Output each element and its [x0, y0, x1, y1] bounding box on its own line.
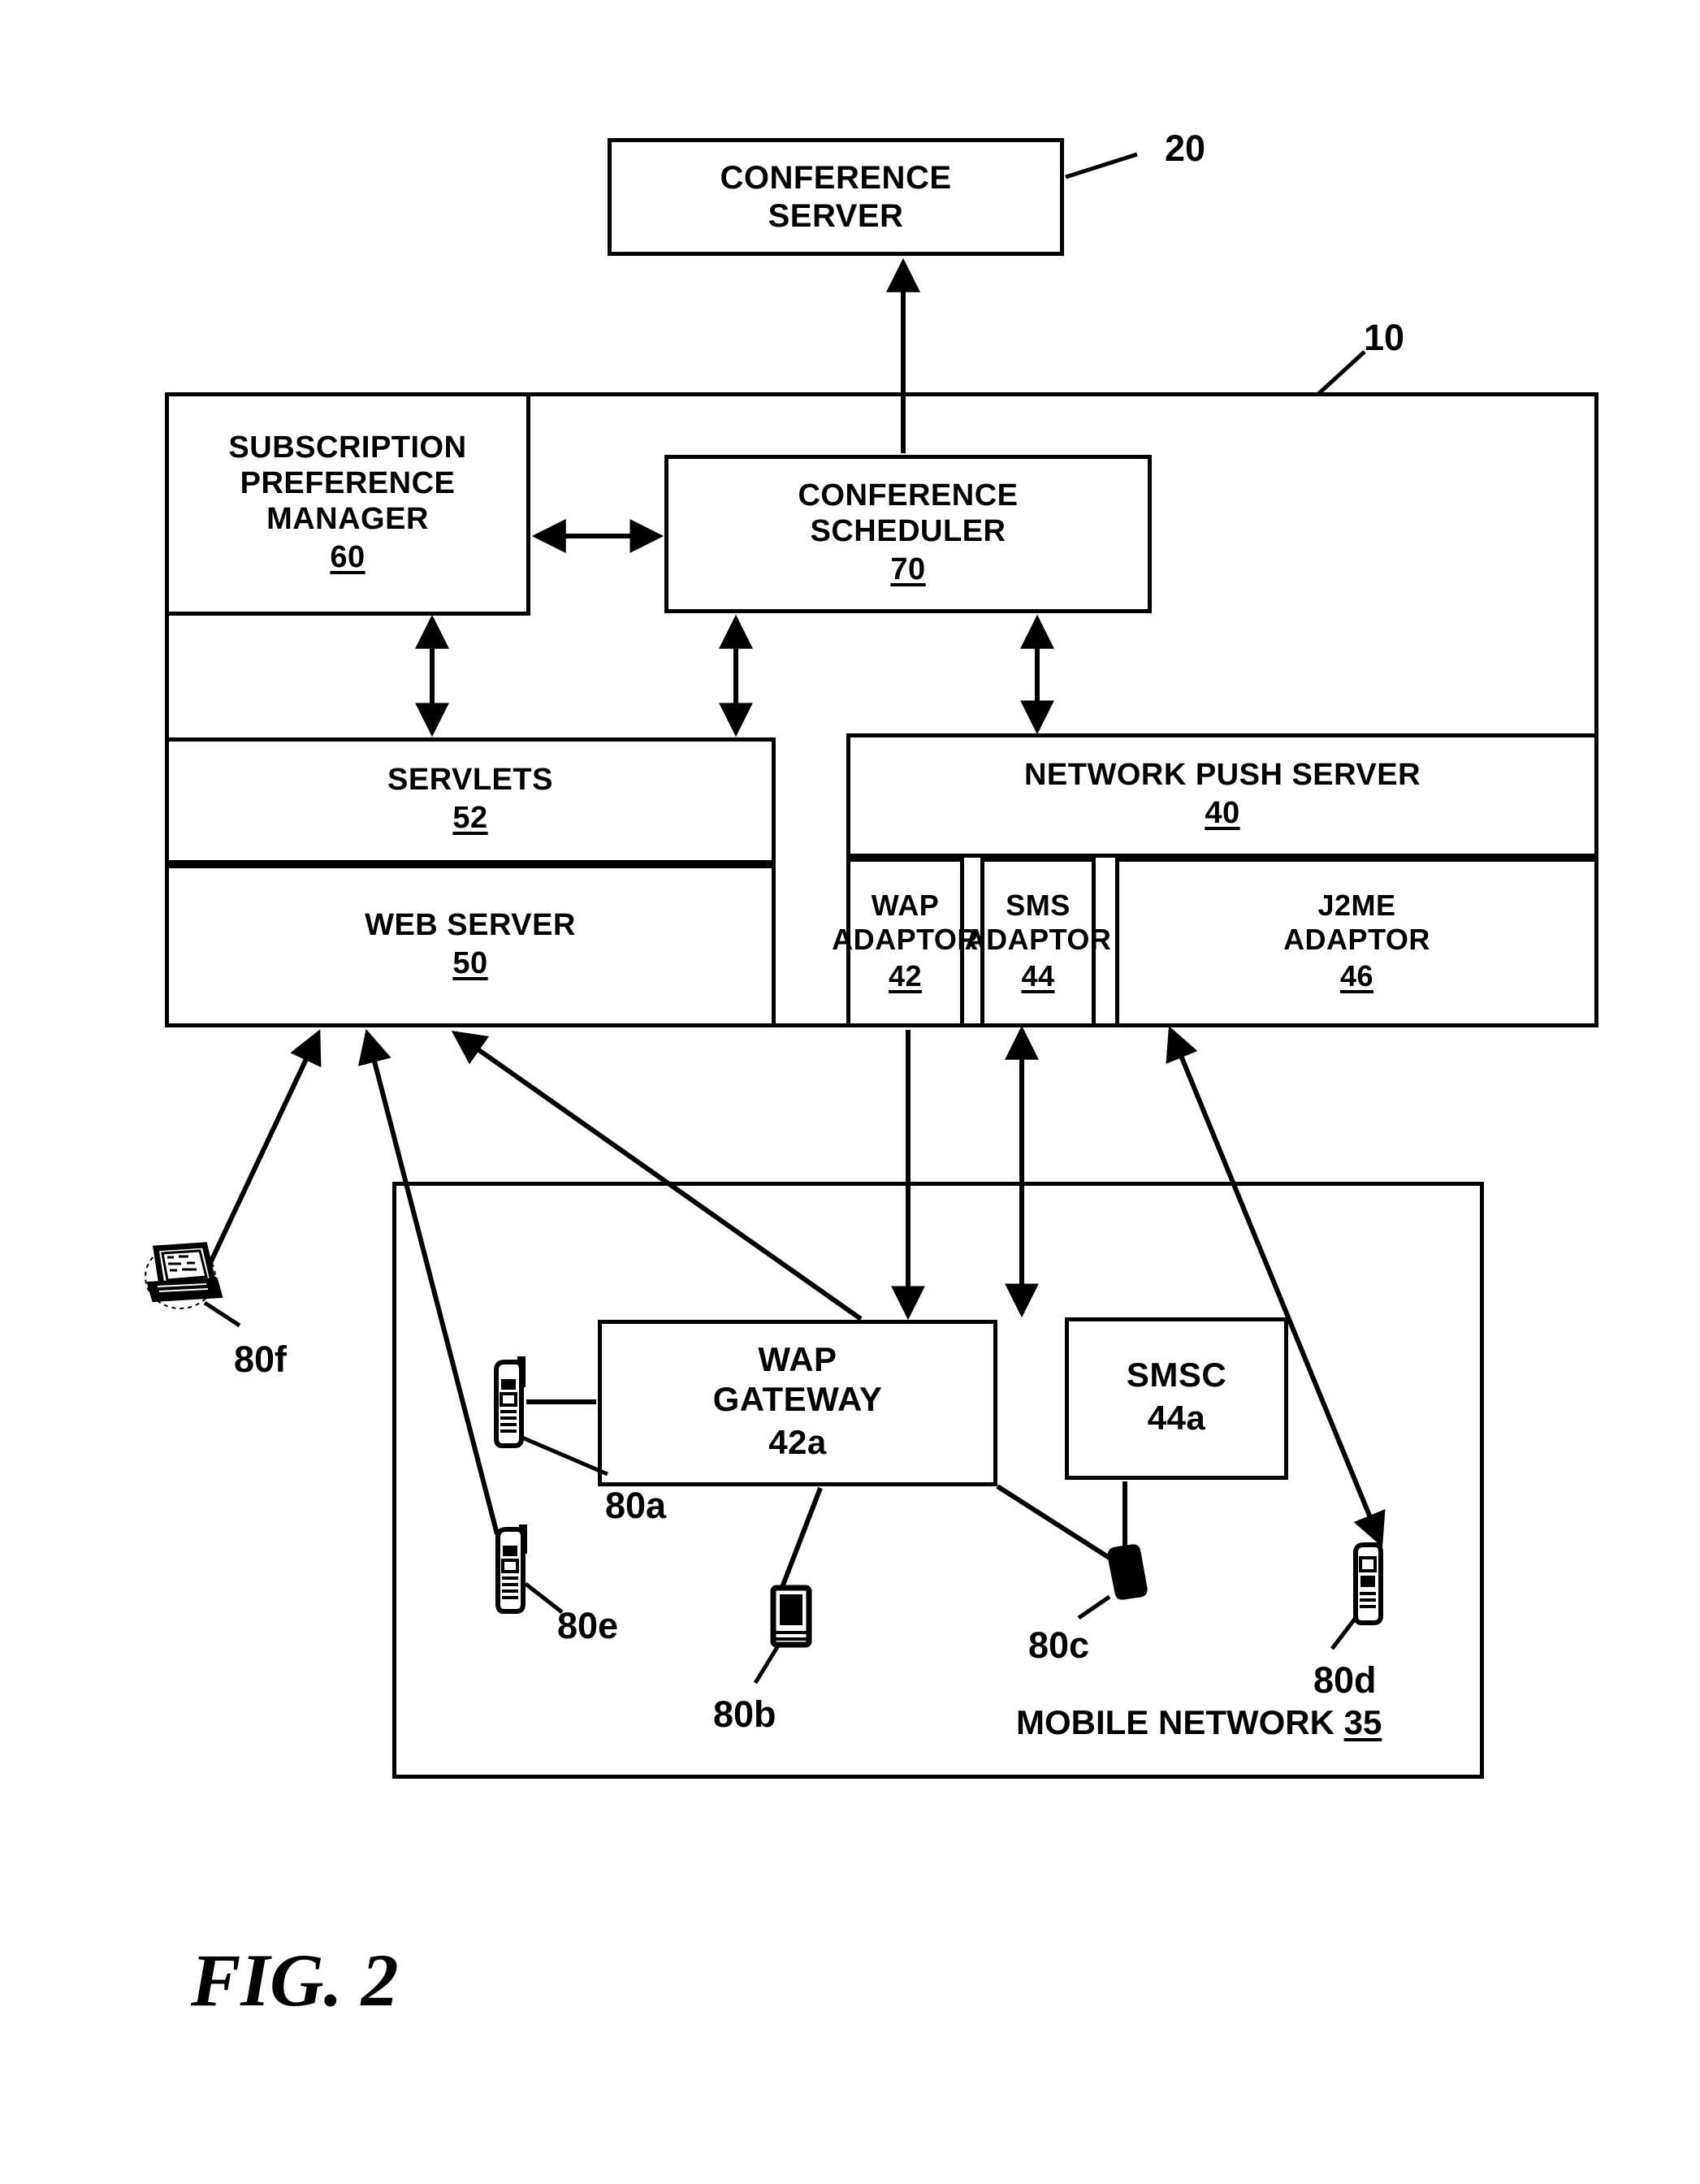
connector-overlay — [145, 152, 1386, 1684]
mobile-network-label: MOBILE NETWORK 35 — [1016, 1703, 1382, 1742]
wap-adaptor-block: WAP ADAPTOR 42 — [832, 858, 978, 1027]
scheduler-reference-numeral: 70 — [890, 551, 926, 586]
leader-line-20 — [1065, 152, 1138, 179]
j2me-adaptor-line1: J2ME — [1317, 889, 1396, 923]
sms-adaptor-block: SMS ADAPTOR 44 — [965, 858, 1111, 1027]
subscription-preference-manager-block: SUBSCRIPTION PREFERENCE MANAGER 60 — [165, 392, 530, 616]
mobile-network-reference-numeral: 35 — [1343, 1703, 1382, 1741]
reference-numeral-20: 20 — [1165, 128, 1206, 169]
wap-adaptor-reference-numeral: 42 — [888, 958, 923, 993]
sms-adaptor-line1: SMS — [1006, 889, 1071, 923]
device-label-80f: 80f — [234, 1339, 288, 1380]
arrow-device-80f-to-web-server — [207, 1029, 322, 1266]
j2me-adaptor-reference-numeral: 46 — [1339, 958, 1374, 993]
patent-figure-page: CONFERENCE SERVER 20 10 SUBSCRIPTION PRE… — [0, 0, 1700, 2184]
device-label-80e: 80e — [557, 1605, 619, 1646]
servlets-line1: SERVLETS — [387, 763, 553, 798]
network-push-server-block: NETWORK PUSH SERVER 40 — [846, 733, 1598, 858]
servlets-reference-numeral: 52 — [452, 801, 488, 836]
leader-line-80f — [203, 1300, 241, 1328]
servlets-block: SERVLETS 52 — [165, 737, 776, 864]
j2me-adaptor-block: J2ME ADAPTOR 46 — [1115, 858, 1598, 1027]
sms-adaptor-reference-numeral: 44 — [1021, 958, 1055, 993]
web-server-line1: WEB SERVER — [365, 907, 576, 942]
figure-caption: FIG. 2 — [191, 1939, 399, 2022]
leader-line-10 — [1316, 350, 1366, 396]
conference-server-line2: SERVER — [768, 197, 904, 234]
spm-line1: SUBSCRIPTION — [228, 430, 467, 465]
sms-adaptor-line2: ADAPTOR — [964, 923, 1112, 957]
smsc-line1: SMSC — [1126, 1356, 1227, 1395]
device-label-80a: 80a — [605, 1485, 667, 1526]
wap-gateway-line2: GATEWAY — [712, 1380, 883, 1419]
conference-scheduler-block: CONFERENCE SCHEDULER 70 — [664, 455, 1152, 613]
web-server-reference-numeral: 50 — [452, 945, 488, 980]
wap-adaptor-line2: ADAPTOR — [832, 923, 979, 957]
j2me-adaptor-line2: ADAPTOR — [1283, 923, 1430, 957]
spm-line2: PREFERENCE — [240, 465, 456, 500]
laptop-computer-icon — [145, 1242, 223, 1309]
device-label-80b: 80b — [713, 1693, 776, 1735]
smsc-reference-numeral: 44a — [1147, 1399, 1206, 1438]
nps-line1: NETWORK PUSH SERVER — [1023, 757, 1421, 792]
wap-adaptor-line1: WAP — [871, 889, 940, 923]
reference-numeral-10: 10 — [1364, 317, 1405, 358]
device-label-80c: 80c — [1028, 1624, 1090, 1666]
nps-reference-numeral: 40 — [1205, 795, 1240, 830]
web-server-block: WEB SERVER 50 — [165, 864, 776, 1027]
mobile-network-label-text: MOBILE NETWORK — [1016, 1703, 1334, 1741]
scheduler-line1: CONFERENCE — [798, 478, 1019, 512]
device-label-80d: 80d — [1313, 1659, 1377, 1701]
wap-gateway-line1: WAP — [758, 1340, 837, 1379]
wap-gateway-reference-numeral: 42a — [768, 1422, 827, 1461]
smsc-block: SMSC 44a — [1065, 1317, 1288, 1480]
scheduler-line2: SCHEDULER — [810, 513, 1006, 548]
wap-gateway-block: WAP GATEWAY 42a — [598, 1320, 997, 1486]
conference-server-block: CONFERENCE SERVER — [608, 138, 1064, 256]
conference-server-line1: CONFERENCE — [720, 160, 952, 197]
spm-reference-numeral: 60 — [330, 539, 366, 574]
spm-line3: MANAGER — [266, 501, 429, 536]
